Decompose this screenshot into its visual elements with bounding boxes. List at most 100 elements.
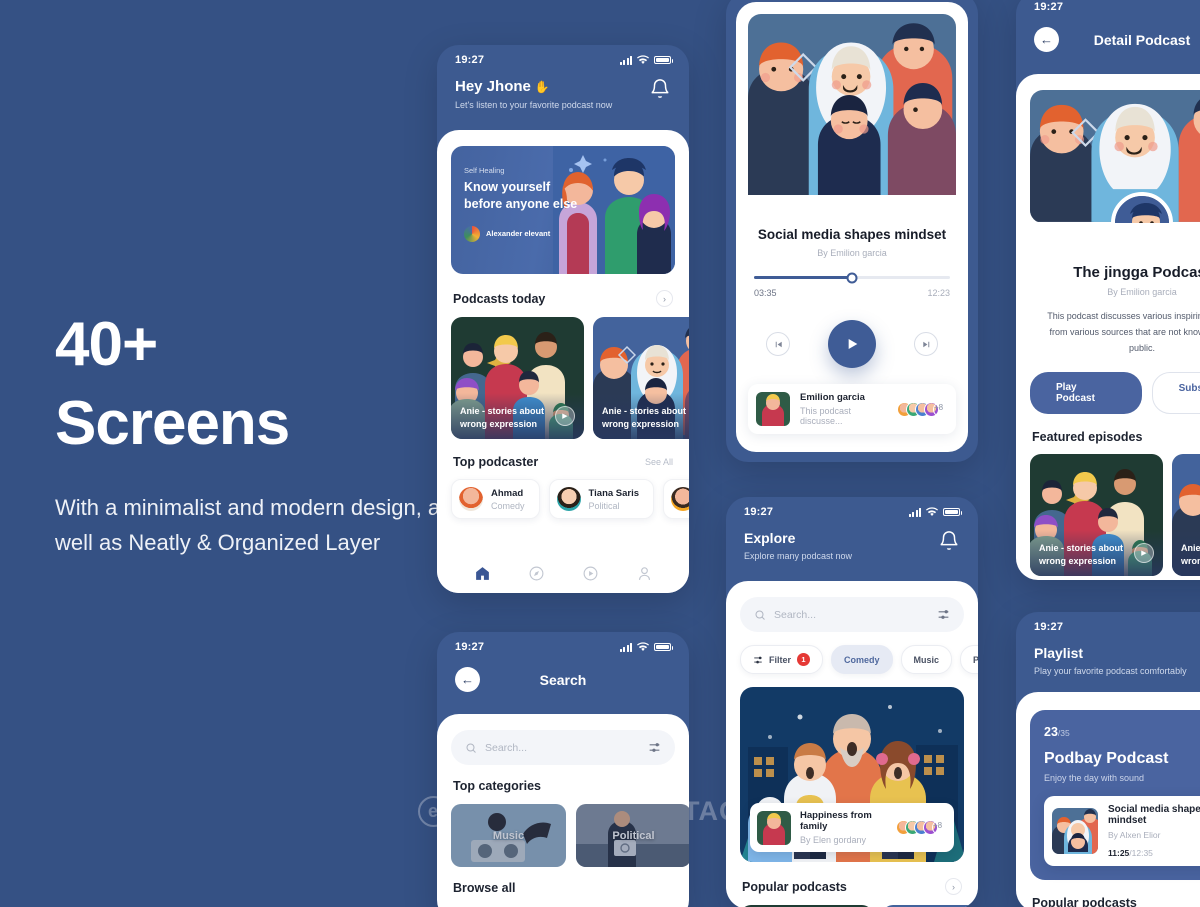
podcaster-chip[interactable]: Ahmad Comedy — [451, 479, 540, 519]
section-top-podcaster: Top podcaster See All — [453, 455, 673, 469]
bottom-nav — [437, 553, 689, 593]
explore-sheet: Search... Filter 1 Comedy Music Photo — [726, 581, 978, 907]
search-input[interactable]: Search... — [740, 597, 964, 632]
sliders-icon — [754, 656, 762, 663]
battery-icon — [654, 56, 673, 64]
search-sheet: Search... Top categories Music Political… — [437, 714, 689, 907]
greeting-row: Hey Jhone ✋ — [455, 78, 612, 95]
time-row: 03:35 12:23 — [754, 288, 950, 298]
playlist-sheet: 23/35 Podbay Podcast Enjoy the day with … — [1016, 692, 1200, 907]
status-time: 19:27 — [744, 506, 774, 518]
track-author: By Alxen Elior — [1108, 830, 1161, 840]
seek-handle[interactable] — [846, 272, 858, 283]
filter-button[interactable]: Filter 1 — [740, 645, 824, 674]
chip-comedy[interactable]: Comedy — [831, 645, 893, 674]
phone-home: 19:27 Hey Jhone ✋ Let's listen to your f… — [437, 45, 689, 593]
play-podcast-button[interactable]: Play Podcast — [1030, 372, 1142, 415]
search-icon — [466, 743, 476, 753]
episode-thumbnail — [756, 392, 790, 426]
podcaster-category: Comedy — [491, 500, 525, 511]
player-illustration — [748, 14, 956, 196]
play-circle-icon[interactable] — [582, 565, 599, 582]
featured-title: Happiness from family — [800, 810, 872, 832]
arrow-left-icon[interactable]: ← — [1034, 27, 1059, 52]
bell-icon[interactable] — [938, 530, 960, 552]
status-time: 19:27 — [455, 641, 485, 653]
arrow-left-icon[interactable]: ← — [455, 667, 480, 692]
promo-headline-line1: 40+ — [55, 310, 158, 379]
track-elapsed: 11:25 — [1108, 848, 1130, 858]
promo-subtext: With a minimalist and modern design, as … — [55, 494, 452, 556]
sliders-icon[interactable] — [937, 608, 950, 621]
hero-banner[interactable]: Self Healing Know yourself before anyone… — [451, 146, 675, 274]
section-featured-episodes: Featured episodes — [1032, 430, 1200, 444]
category-card-music[interactable]: Music — [451, 804, 566, 867]
avatar — [459, 487, 483, 511]
podcaster-chip[interactable]: Tiana Saris Political — [548, 479, 655, 519]
battery-icon — [654, 643, 673, 651]
playlist-track[interactable]: Social media shapes mindset By Alxen Eli… — [1044, 796, 1200, 866]
chevron-right-icon[interactable]: › — [656, 290, 673, 307]
detail-navbar: ← Detail Podcast — [1016, 13, 1200, 74]
chip-music[interactable]: Music — [900, 645, 953, 674]
section-popular-podcasts: Popular podcasts › — [742, 878, 962, 895]
search-input[interactable]: Search... — [451, 730, 675, 765]
category-illustration — [576, 804, 689, 867]
podcast-card[interactable]: Anie - stories about wrong expression — [1172, 454, 1200, 577]
skip-next-icon[interactable] — [914, 332, 938, 356]
avatar-extra-count: +8 — [933, 401, 948, 417]
listener-avatars: +8 — [896, 820, 947, 835]
page-subtitle: Explore many podcast now — [744, 551, 853, 561]
podcaster-name: Tiana Saris — [588, 487, 640, 499]
category-label: Music — [492, 829, 525, 842]
home-icon[interactable] — [474, 565, 491, 582]
episode-name: Emilion garcia — [800, 392, 865, 403]
bell-icon[interactable] — [649, 78, 671, 100]
wave-hand-icon: ✋ — [534, 79, 550, 94]
compass-icon[interactable] — [528, 565, 545, 582]
player-title: Social media shapes mindset — [757, 227, 947, 242]
chevron-right-icon[interactable]: › — [945, 878, 962, 895]
podcast-card[interactable]: Anie - stories about wrong expression ▶ — [451, 317, 584, 439]
detail-illustration — [1030, 90, 1200, 222]
podcast-card[interactable]: Anie - stories about wrong expression — [593, 317, 689, 439]
total-time: 12:23 — [927, 288, 950, 298]
featured-card[interactable]: Happiness from family By Elen gordany +8 — [740, 687, 964, 862]
search-navbar: ← Search — [437, 653, 689, 714]
page-title: Explore — [744, 530, 796, 546]
play-icon[interactable]: ▶ — [555, 406, 575, 426]
hero-text: Self Healing Know yourself before anyone… — [464, 166, 589, 242]
avatar-extra-count: +8 — [932, 820, 947, 835]
category-illustration — [451, 804, 566, 867]
hero-author-avatar — [464, 225, 480, 242]
podcast-card[interactable]: Anie - stories about wrong expression ▶ — [1030, 454, 1163, 577]
playlist-count-total: /35 — [1057, 728, 1070, 738]
detail-actions: Play Podcast Subscribe — [1030, 372, 1200, 415]
person-icon[interactable] — [636, 565, 653, 582]
skip-previous-icon[interactable] — [766, 332, 790, 356]
seek-bar[interactable] — [754, 272, 950, 283]
playlist-card[interactable]: 23/35 Podbay Podcast Enjoy the day with … — [1030, 710, 1200, 880]
greeting-text: Hey Jhone — [455, 78, 531, 95]
subscribe-button[interactable]: Subscribe — [1151, 372, 1200, 415]
podcaster-category: Political — [588, 500, 620, 511]
podcaster-chip[interactable] — [663, 479, 689, 519]
episode-desc: This podcast discusse... — [800, 406, 852, 426]
seek-progress — [754, 276, 852, 279]
track-title: Social media shapes mindset — [1108, 804, 1200, 826]
status-bar-explore: 19:27 — [726, 497, 978, 518]
episode-row[interactable]: Emilion garcia This podcast discusse... … — [748, 384, 956, 434]
play-button[interactable] — [828, 320, 876, 368]
section-title: Popular podcasts — [1032, 896, 1137, 907]
sliders-icon[interactable] — [648, 741, 661, 754]
filter-chip-row: Filter 1 Comedy Music Photo — [740, 645, 978, 674]
avatar — [556, 487, 581, 511]
see-all-link[interactable]: See All — [645, 457, 673, 467]
podcast-card-row: Anie - stories about wrong expression ▶ — [451, 317, 689, 439]
section-top-categories: Top categories — [453, 779, 673, 793]
status-bar-detail: 19:27 — [1016, 0, 1200, 13]
hero-author-name: Alexander elevant — [486, 229, 551, 239]
chip-photo[interactable]: Photo — [960, 645, 978, 674]
home-sheet: Self Healing Know yourself before anyone… — [437, 130, 689, 593]
category-card-political[interactable]: Political — [576, 804, 689, 867]
